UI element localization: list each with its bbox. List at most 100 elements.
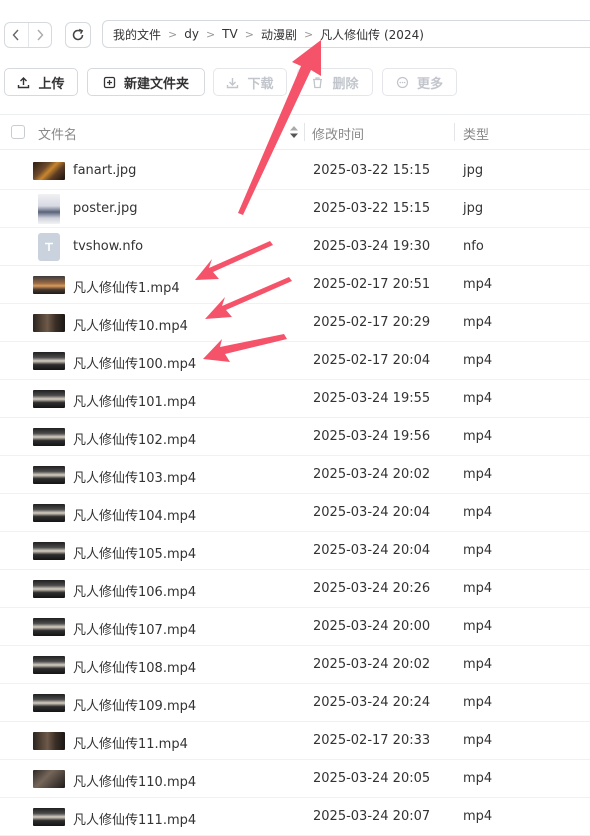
breadcrumb-item-current: 凡人修仙传 (2024) (320, 27, 424, 42)
table-row[interactable]: 凡人修仙传11.mp4 2025-02-17 20:33 mp4 (0, 722, 590, 760)
select-all-checkbox[interactable] (11, 125, 25, 139)
column-header-type[interactable]: 类型 (463, 124, 489, 143)
file-type: jpg (463, 163, 484, 178)
file-type: mp4 (463, 467, 493, 482)
file-name[interactable]: 凡人修仙传105.mp4 (73, 543, 196, 562)
file-type: mp4 (463, 391, 493, 406)
file-type: mp4 (463, 695, 493, 710)
file-modified: 2025-03-24 20:02 (313, 657, 431, 672)
file-type: mp4 (463, 619, 493, 634)
column-divider[interactable] (454, 123, 455, 141)
video-thumbnail (33, 504, 65, 522)
download-icon (227, 77, 239, 88)
file-type: mp4 (463, 581, 493, 596)
file-modified: 2025-02-17 20:04 (313, 353, 431, 368)
file-name[interactable]: 凡人修仙传11.mp4 (73, 733, 188, 752)
file-name[interactable]: 凡人修仙传101.mp4 (73, 391, 196, 410)
table-row[interactable]: 凡人修仙传102.mp4 2025-03-24 19:56 mp4 (0, 418, 590, 456)
table-row[interactable]: fanart.jpg 2025-03-22 15:15 jpg (0, 152, 590, 190)
table-row[interactable]: 凡人修仙传100.mp4 2025-02-17 20:04 mp4 (0, 342, 590, 380)
file-modified: 2025-03-22 15:15 (313, 201, 431, 216)
toolbar: 上传 新建文件夹 下载 删除 更多 (0, 66, 590, 98)
file-name[interactable]: poster.jpg (73, 201, 137, 216)
file-type: mp4 (463, 543, 493, 558)
table-row[interactable]: 凡人修仙传111.mp4 2025-03-24 20:07 mp4 (0, 798, 590, 836)
table-row[interactable]: poster.jpg 2025-03-22 15:15 jpg (0, 190, 590, 228)
fanart-image-thumbnail (33, 162, 65, 180)
column-header-modified[interactable]: 修改时间 (312, 124, 364, 143)
table-row[interactable]: tvshow.nfo 2025-03-24 19:30 nfo (0, 228, 590, 266)
file-name[interactable]: fanart.jpg (73, 163, 136, 178)
breadcrumb-item-tv[interactable]: TV (222, 27, 238, 41)
table-row[interactable]: 凡人修仙传103.mp4 2025-03-24 20:02 mp4 (0, 456, 590, 494)
file-modified: 2025-03-24 20:04 (313, 505, 431, 520)
table-row[interactable]: 凡人修仙传108.mp4 2025-03-24 20:02 mp4 (0, 646, 590, 684)
column-header-name[interactable]: 文件名 (38, 124, 77, 143)
file-type: mp4 (463, 429, 493, 444)
video-thumbnail (33, 732, 65, 750)
table-row[interactable]: 凡人修仙传106.mp4 2025-03-24 20:26 mp4 (0, 570, 590, 608)
table-row[interactable]: 凡人修仙传110.mp4 2025-03-24 20:05 mp4 (0, 760, 590, 798)
chevron-right-icon: > (205, 27, 216, 41)
file-name[interactable]: 凡人修仙传10.mp4 (73, 315, 188, 334)
more-icon (396, 76, 409, 88)
back-button[interactable] (5, 23, 28, 47)
file-modified: 2025-03-24 19:55 (313, 391, 431, 406)
refresh-button[interactable] (65, 22, 91, 48)
breadcrumb-item-dy[interactable]: dy (184, 27, 199, 41)
more-button[interactable]: 更多 (382, 68, 457, 96)
file-name[interactable]: 凡人修仙传108.mp4 (73, 657, 196, 676)
delete-button[interactable]: 删除 (297, 68, 373, 96)
table-header: 文件名 修改时间 类型 (0, 114, 590, 150)
file-name[interactable]: 凡人修仙传100.mp4 (73, 353, 196, 372)
file-name[interactable]: 凡人修仙传109.mp4 (73, 695, 196, 714)
file-modified: 2025-03-24 20:05 (313, 771, 431, 786)
column-divider[interactable] (304, 123, 305, 141)
file-modified: 2025-03-24 20:24 (313, 695, 431, 710)
breadcrumb-item-my-files[interactable]: 我的文件 (113, 26, 161, 43)
table-row[interactable]: 凡人修仙传107.mp4 2025-03-24 20:00 mp4 (0, 608, 590, 646)
file-name[interactable]: 凡人修仙传107.mp4 (73, 619, 196, 638)
file-type: jpg (463, 201, 484, 216)
table-row[interactable]: 凡人修仙传1.mp4 2025-02-17 20:51 mp4 (0, 266, 590, 304)
file-name[interactable]: 凡人修仙传104.mp4 (73, 505, 196, 524)
sort-icon[interactable] (289, 125, 299, 139)
table-row[interactable]: 凡人修仙传104.mp4 2025-03-24 20:04 mp4 (0, 494, 590, 532)
file-modified: 2025-03-24 20:26 (313, 581, 431, 596)
file-type: mp4 (463, 771, 493, 786)
upload-icon (18, 76, 30, 88)
chevron-left-icon (12, 29, 19, 41)
new-folder-icon (103, 76, 116, 88)
video-thumbnail (33, 694, 65, 712)
table-row[interactable]: 凡人修仙传10.mp4 2025-02-17 20:29 mp4 (0, 304, 590, 342)
file-name[interactable]: 凡人修仙传103.mp4 (73, 467, 196, 486)
top-navigation: 我的文件 > dy > TV > 动漫剧 > 凡人修仙传 (2024) (0, 0, 590, 68)
new-folder-button[interactable]: 新建文件夹 (87, 68, 205, 96)
file-type: nfo (463, 239, 484, 254)
file-name[interactable]: 凡人修仙传111.mp4 (73, 809, 196, 828)
video-thumbnail (33, 466, 65, 484)
upload-button[interactable]: 上传 (4, 68, 78, 96)
file-modified: 2025-03-24 19:56 (313, 429, 431, 444)
poster-image-thumbnail (38, 194, 60, 224)
file-name[interactable]: 凡人修仙传106.mp4 (73, 581, 196, 600)
table-row[interactable]: 凡人修仙传109.mp4 2025-03-24 20:24 mp4 (0, 684, 590, 722)
table-row[interactable]: 凡人修仙传101.mp4 2025-03-24 19:55 mp4 (0, 380, 590, 418)
file-name[interactable]: 凡人修仙传102.mp4 (73, 429, 196, 448)
file-modified: 2025-03-24 19:30 (313, 239, 431, 254)
file-type: mp4 (463, 353, 493, 368)
breadcrumb: 我的文件 > dy > TV > 动漫剧 > 凡人修仙传 (2024) (102, 20, 590, 48)
video-thumbnail (33, 314, 65, 332)
file-list: fanart.jpg 2025-03-22 15:15 jpg poster.j… (0, 152, 590, 836)
download-button[interactable]: 下载 (213, 68, 287, 96)
breadcrumb-item-anime[interactable]: 动漫剧 (261, 26, 297, 43)
file-name[interactable]: 凡人修仙传110.mp4 (73, 771, 196, 790)
file-modified: 2025-03-24 20:02 (313, 467, 431, 482)
file-modified: 2025-02-17 20:51 (313, 277, 431, 292)
table-row[interactable]: 凡人修仙传105.mp4 2025-03-24 20:04 mp4 (0, 532, 590, 570)
file-name[interactable]: 凡人修仙传1.mp4 (73, 277, 180, 296)
forward-button[interactable] (27, 23, 52, 47)
video-thumbnail (33, 276, 65, 294)
file-name[interactable]: tvshow.nfo (73, 239, 143, 254)
chevron-right-icon (37, 29, 44, 41)
